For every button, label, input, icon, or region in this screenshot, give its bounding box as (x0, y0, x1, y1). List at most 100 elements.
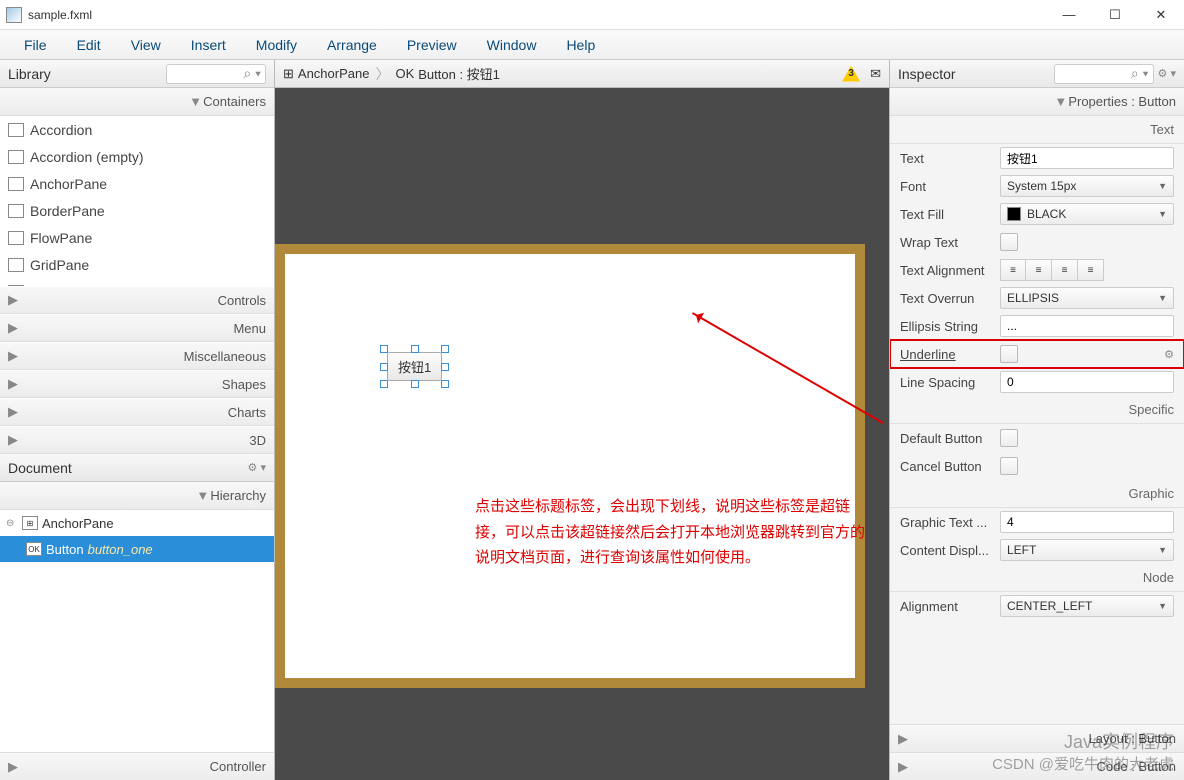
prop-cancelbutton: Cancel Button (890, 452, 1184, 480)
menu-insert[interactable]: Insert (177, 33, 240, 57)
overrun-combo[interactable]: ELLIPSIS▼ (1000, 287, 1174, 309)
cat-controls[interactable]: ▶Controls (0, 286, 274, 314)
disclosure-icon[interactable]: ⊖ (6, 518, 18, 529)
gear-icon[interactable]: ⚙ ▾ (1158, 67, 1176, 80)
chevron-right-icon: ▶ (8, 759, 18, 775)
menu-view[interactable]: View (117, 33, 175, 57)
caret-down-icon: ▼ (1158, 181, 1167, 191)
defaultbutton-checkbox[interactable] (1000, 429, 1018, 447)
linespacing-input[interactable] (1000, 371, 1174, 393)
color-swatch (1007, 207, 1021, 221)
inspector-search[interactable]: ⌕ ▾ (1054, 64, 1154, 84)
inspector-title: Inspector (898, 66, 956, 82)
gear-icon[interactable]: ⚙ (1164, 348, 1174, 361)
minimize-button[interactable]: — (1046, 0, 1092, 30)
font-combo[interactable]: System 15px▼ (1000, 175, 1174, 197)
alignment-combo[interactable]: CENTER_LEFT▼ (1000, 595, 1174, 617)
caret-down-icon: ▼ (1158, 293, 1167, 303)
library-section-containers[interactable]: ▼ Containers (0, 88, 274, 116)
handle-tl[interactable] (380, 345, 388, 353)
inspector-column: Inspector ⌕ ▾ ⚙ ▾ ▼ Properties : Button … (889, 60, 1184, 780)
menu-file[interactable]: File (10, 33, 61, 57)
container-icon (8, 258, 24, 272)
breadcrumb-anchorpane[interactable]: ⊞AnchorPane (283, 66, 369, 82)
handle-ml[interactable] (380, 363, 388, 371)
chevron-right-icon: ▶ (8, 292, 22, 308)
handle-mr[interactable] (441, 363, 449, 371)
lib-item-accordion[interactable]: Accordion (0, 116, 274, 143)
lib-item-accordion-empty[interactable]: Accordion (empty) (0, 143, 274, 170)
breadcrumb-sep: 〉 (375, 64, 389, 84)
cat-charts[interactable]: ▶Charts (0, 398, 274, 426)
ellipsis-input[interactable] (1000, 315, 1174, 337)
hierarchy-button[interactable]: OK Button button_one (0, 536, 274, 562)
handle-bm[interactable] (411, 380, 419, 388)
cancelbutton-checkbox[interactable] (1000, 457, 1018, 475)
hierarchy-root[interactable]: ⊖ ⊞ AnchorPane (0, 510, 274, 536)
cat-misc[interactable]: ▶Miscellaneous (0, 342, 274, 370)
handle-tr[interactable] (441, 345, 449, 353)
library-search[interactable]: ⌕ ▾ (166, 64, 266, 84)
align-center-toggle[interactable]: ≡ (1026, 259, 1052, 281)
textfill-combo[interactable]: BLACK▼ (1000, 203, 1174, 225)
menu-window[interactable]: Window (473, 33, 551, 57)
menu-help[interactable]: Help (552, 33, 609, 57)
properties-label: Properties : Button (1068, 94, 1176, 109)
handle-br[interactable] (441, 380, 449, 388)
fx-button[interactable]: 按钮1 (387, 352, 442, 381)
lib-item-hbox[interactable]: HBox (0, 278, 274, 286)
close-button[interactable]: ✕ (1138, 0, 1184, 30)
menu-preview[interactable]: Preview (393, 33, 471, 57)
container-icon (8, 204, 24, 218)
menu-edit[interactable]: Edit (63, 33, 115, 57)
underline-checkbox[interactable] (1000, 345, 1018, 363)
menu-arrange[interactable]: Arrange (313, 33, 391, 57)
inspector-header: Inspector ⌕ ▾ ⚙ ▾ (890, 60, 1184, 88)
text-input[interactable] (1000, 147, 1174, 169)
anchorpane-icon: ⊞ (22, 516, 38, 530)
lib-item-borderpane[interactable]: BorderPane (0, 197, 274, 224)
handle-tm[interactable] (411, 345, 419, 353)
message-icon[interactable]: ✉ (870, 66, 881, 82)
cat-menu[interactable]: ▶Menu (0, 314, 274, 342)
prop-wraptext: Wrap Text (890, 228, 1184, 256)
selected-button-node[interactable]: 按钮1 (387, 352, 442, 381)
textalign-toggles: ≡≡≡≡ (1000, 259, 1174, 281)
library-header: Library ⌕ ▾ (0, 60, 274, 88)
wraptext-checkbox[interactable] (1000, 233, 1018, 251)
annotation-text: 点击这些标题标签，会出现下划线，说明这些标签是超链接，可以点击该超链接然后会打开… (475, 494, 875, 571)
chevron-right-icon: ▶ (8, 320, 22, 336)
cat-shapes[interactable]: ▶Shapes (0, 370, 274, 398)
inspector-bottom-layout[interactable]: ▶Layout : Button (890, 724, 1184, 752)
inspector-bottom-code[interactable]: ▶Code : Button (890, 752, 1184, 780)
fxid-label: button_one (88, 542, 153, 557)
align-justify-toggle[interactable]: ≡ (1078, 259, 1104, 281)
contentdisplay-combo[interactable]: LEFT▼ (1000, 539, 1174, 561)
window-title: sample.fxml (28, 8, 1046, 22)
handle-bl[interactable] (380, 380, 388, 388)
menu-modify[interactable]: Modify (242, 33, 311, 57)
document-bottom-controller[interactable]: ▶ Controller (0, 752, 274, 780)
graphictext-input[interactable] (1000, 511, 1174, 533)
anchorpane-icon: ⊞ (283, 66, 294, 82)
cat-3d[interactable]: ▶3D (0, 426, 274, 454)
gear-icon[interactable]: ⚙ ▾ (248, 461, 266, 474)
breadcrumb-button[interactable]: OKButton : 按钮1 (395, 64, 499, 83)
canvas-inner[interactable]: 按钮1 点击这些标题标签，会出现下划线，说明这些标签是超链接，可以点击该超链接然… (285, 254, 855, 678)
design-canvas[interactable]: 按钮1 点击这些标题标签，会出现下划线，说明这些标签是超链接，可以点击该超链接然… (275, 88, 889, 780)
chevron-right-icon: ▶ (898, 759, 908, 775)
section-node: Node (890, 564, 1184, 592)
underline-link[interactable]: Underline (900, 347, 992, 362)
warning-badge[interactable]: 3 (842, 66, 860, 82)
lib-item-flowpane[interactable]: FlowPane (0, 224, 274, 251)
prop-text: Text (890, 144, 1184, 172)
lib-item-anchorpane[interactable]: AnchorPane (0, 170, 274, 197)
lib-item-gridpane[interactable]: GridPane (0, 251, 274, 278)
document-section-hierarchy[interactable]: ▼ Hierarchy (0, 482, 274, 510)
align-left-toggle[interactable]: ≡ (1000, 259, 1026, 281)
align-right-toggle[interactable]: ≡ (1052, 259, 1078, 281)
container-icon (8, 150, 24, 164)
inspector-section-properties[interactable]: ▼ Properties : Button (890, 88, 1184, 116)
properties-list: Text Text FontSystem 15px▼ Text FillBLAC… (890, 116, 1184, 724)
maximize-button[interactable]: ☐ (1092, 0, 1138, 30)
